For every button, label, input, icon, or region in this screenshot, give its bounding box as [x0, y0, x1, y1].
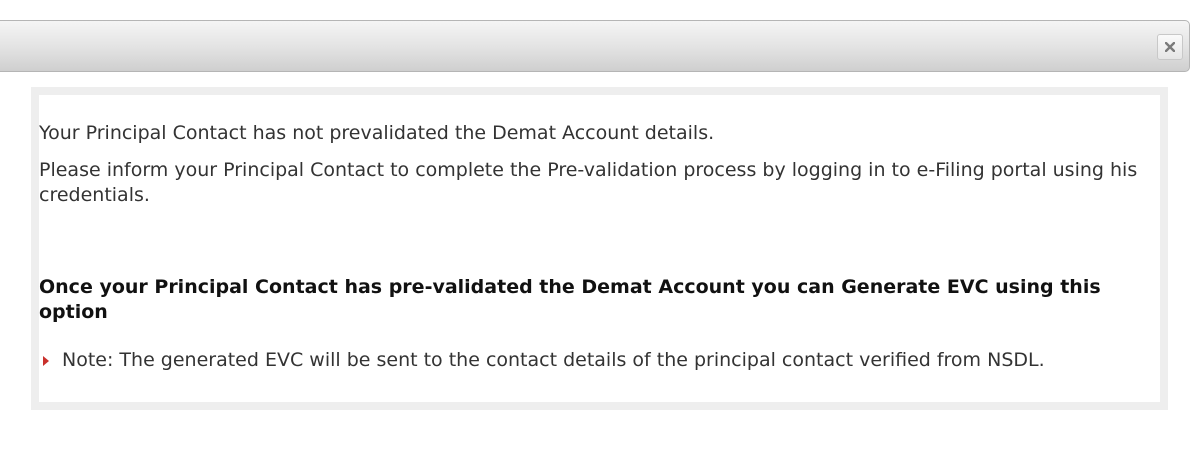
message-generate-evc-heading: Once your Principal Contact has pre-vali…: [39, 276, 1101, 323]
message-inform-principal: Please inform your Principal Contact to …: [39, 159, 1138, 206]
note-text: Note: The generated EVC will be sent to …: [62, 349, 1045, 371]
note-item: Note: The generated EVC will be sent to …: [39, 348, 1157, 373]
dialog-content: Your Principal Contact has not prevalida…: [39, 95, 1160, 402]
close-icon: [1165, 42, 1175, 52]
close-button[interactable]: [1157, 34, 1183, 60]
caret-right-icon: [43, 356, 49, 366]
dialog-content-frame: Your Principal Contact has not prevalida…: [31, 87, 1168, 410]
message-not-prevalidated: Your Principal Contact has not prevalida…: [39, 122, 715, 144]
dialog-titlebar: [0, 20, 1190, 72]
